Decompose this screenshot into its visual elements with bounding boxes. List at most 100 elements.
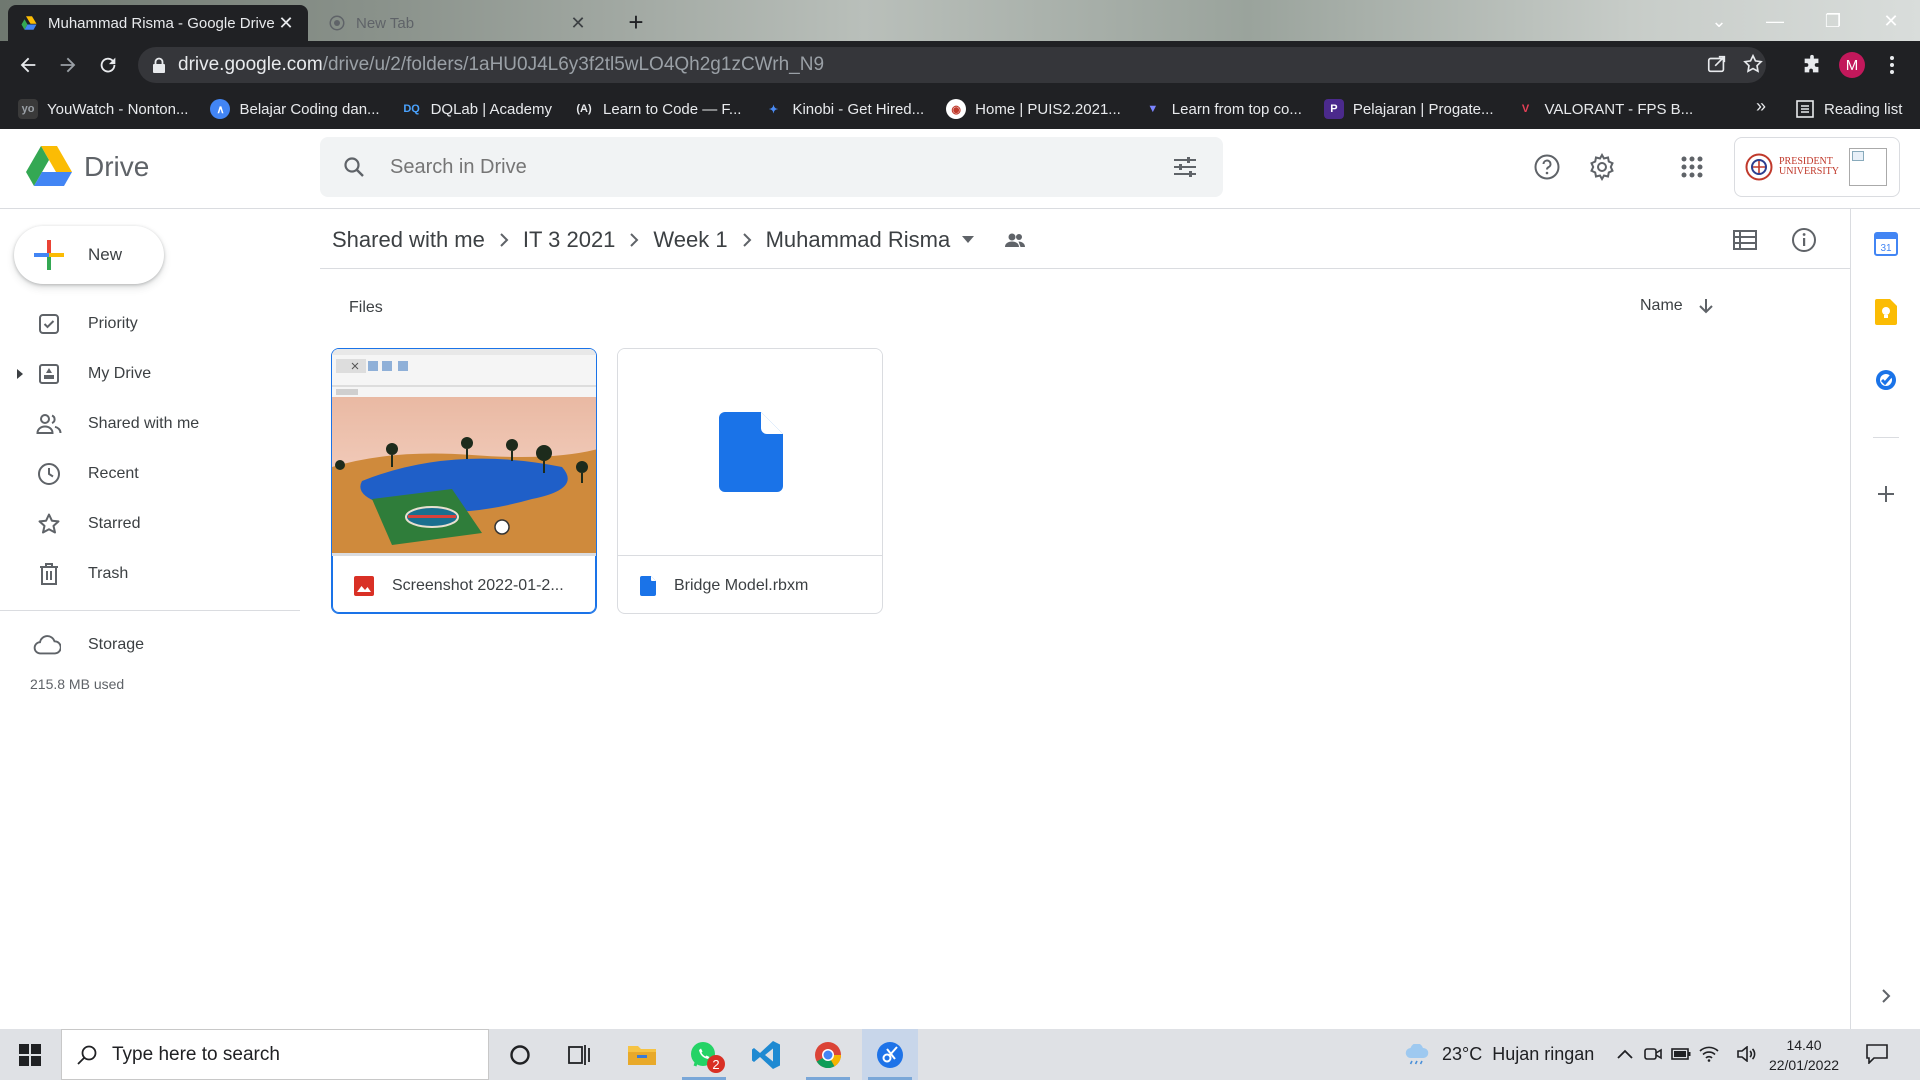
weather-widget[interactable]: 23°C Hujan ringan	[1404, 1029, 1594, 1080]
chrome-icon[interactable]	[800, 1029, 856, 1080]
breadcrumb-item-week1[interactable]: Week 1	[653, 227, 727, 253]
vscode-icon[interactable]	[738, 1029, 794, 1080]
chevron-right-icon	[728, 228, 766, 252]
taskbar-search[interactable]: Type here to search	[61, 1029, 489, 1080]
bookmark-belajar-coding[interactable]: ∧ Belajar Coding dan...	[210, 99, 380, 119]
add-addon-plus-icon[interactable]	[1873, 481, 1899, 507]
task-view-icon[interactable]	[552, 1029, 608, 1080]
notifications-icon[interactable]	[1866, 1043, 1888, 1065]
bookmark-progate[interactable]: P Pelajaran | Progate...	[1323, 99, 1494, 119]
close-window-button[interactable]: ✕	[1868, 6, 1914, 36]
chevron-right-icon	[485, 228, 523, 252]
sidebar-item-storage[interactable]: Storage	[0, 622, 300, 668]
more-bookmarks-button[interactable]: »	[1756, 96, 1766, 117]
account-avatar-image	[1849, 148, 1887, 186]
arrow-down-icon[interactable]	[1697, 297, 1715, 315]
tab-search-chevron-icon[interactable]: ⌄	[1696, 6, 1742, 36]
file-name: Bridge Model.rbxm	[674, 576, 809, 594]
back-icon[interactable]	[14, 51, 42, 79]
tasks-icon[interactable]	[1873, 367, 1899, 393]
apps-grid-icon[interactable]	[1674, 149, 1710, 185]
breadcrumb-item-shared[interactable]: Shared with me	[332, 227, 485, 253]
volume-icon[interactable]	[1736, 1043, 1758, 1065]
extensions-icon[interactable]	[1798, 51, 1826, 79]
tab-title: New Tab	[356, 14, 415, 32]
keep-icon[interactable]	[1873, 299, 1899, 325]
generic-file-large-icon	[719, 412, 783, 492]
browser-toolbar: drive.google.com/drive/u/2/folders/1aHU0…	[0, 41, 1920, 89]
breadcrumb-item-it3[interactable]: IT 3 2021	[523, 227, 616, 253]
search-box[interactable]	[320, 137, 1223, 197]
sidebar-item-starred[interactable]: Starred	[0, 501, 300, 547]
wifi-icon[interactable]	[1698, 1043, 1720, 1065]
reload-icon[interactable]	[94, 51, 122, 79]
cortana-icon[interactable]	[492, 1029, 548, 1080]
sort-by-name-button[interactable]: Name	[1640, 297, 1715, 315]
collapse-panel-chevron-icon[interactable]	[1873, 983, 1899, 1009]
side-panel-divider	[1873, 437, 1899, 438]
sort-label: Name	[1640, 297, 1683, 314]
sidebar-item-shared-with-me[interactable]: Shared with me	[0, 401, 300, 447]
address-bar[interactable]: drive.google.com/drive/u/2/folders/1aHU0…	[138, 47, 1766, 83]
kinobi-icon: ✦	[768, 103, 779, 116]
reading-list-label: Reading list	[1824, 100, 1903, 118]
bookmark-youwatch[interactable]: yo YouWatch - Nonton...	[18, 99, 188, 119]
bookmark-valorant[interactable]: V VALORANT - FPS B...	[1516, 99, 1694, 119]
search-input[interactable]	[390, 155, 1150, 179]
sidebar-item-recent[interactable]: Recent	[0, 451, 300, 497]
url-text: drive.google.com/drive/u/2/folders/1aHU0…	[178, 54, 824, 76]
battery-icon[interactable]	[1670, 1043, 1692, 1065]
help-icon[interactable]	[1529, 149, 1565, 185]
snip-tool-icon[interactable]	[862, 1029, 918, 1080]
file-card-screenshot[interactable]: Screenshot 2022-01-2...	[331, 348, 597, 614]
close-tab-icon[interactable]: ✕	[276, 13, 296, 33]
new-button[interactable]: New	[14, 226, 164, 284]
sidebar-item-priority[interactable]: Priority	[0, 301, 300, 347]
bookmark-learn-top[interactable]: ▼ Learn from top co...	[1143, 99, 1302, 119]
search-icon[interactable]	[342, 155, 372, 179]
file-name: Screenshot 2022-01-2...	[392, 576, 564, 594]
chevron-up-icon[interactable]	[1614, 1043, 1636, 1065]
bookmark-freecodecamp[interactable]: (A) Learn to Code — F...	[574, 99, 741, 119]
reading-list-button[interactable]: Reading list	[1796, 89, 1902, 129]
file-card-bridge-model[interactable]: Bridge Model.rbxm	[617, 348, 883, 614]
system-clock[interactable]: 14.40 22/01/2022	[1762, 1035, 1846, 1075]
calendar-icon[interactable]: 31	[1873, 231, 1899, 257]
forward-icon[interactable]	[54, 51, 82, 79]
tab-google-drive[interactable]: Muhammad Risma - Google Drive ✕	[8, 5, 308, 41]
info-icon[interactable]	[1788, 224, 1820, 256]
bookmark-puis[interactable]: ◉ Home | PUIS2.2021...	[946, 99, 1121, 119]
minimize-button[interactable]: —	[1752, 6, 1798, 36]
progate-icon: P	[1323, 99, 1344, 119]
share-page-icon[interactable]	[1706, 53, 1728, 75]
meet-now-icon[interactable]	[1642, 1043, 1664, 1065]
maximize-button[interactable]: ❐	[1810, 6, 1856, 36]
google-drive-logo-icon	[26, 146, 72, 186]
browser-menu-icon[interactable]	[1878, 51, 1906, 79]
sidebar-item-trash[interactable]: Trash	[0, 551, 300, 597]
bookmark-kinobi[interactable]: ✦ Kinobi - Get Hired...	[763, 99, 924, 119]
windows-start-icon[interactable]	[2, 1029, 58, 1080]
breadcrumb-item-current-folder[interactable]: Muhammad Risma	[766, 227, 951, 253]
search-icon	[77, 1045, 97, 1065]
profile-avatar[interactable]: M	[1838, 51, 1866, 79]
drive-logo[interactable]: Drive	[26, 146, 149, 188]
new-tab-button[interactable]: +	[622, 9, 650, 37]
sidebar-item-label: Recent	[88, 465, 139, 482]
file-explorer-icon[interactable]	[614, 1029, 670, 1080]
settings-gear-icon[interactable]	[1584, 149, 1620, 185]
sidebar-item-my-drive[interactable]: My Drive	[0, 351, 300, 397]
search-options-icon[interactable]	[1172, 155, 1198, 179]
folder-dropdown-icon[interactable]	[962, 236, 975, 244]
bookmark-label: VALORANT - FPS B...	[1544, 100, 1694, 118]
list-view-icon[interactable]	[1729, 224, 1761, 256]
belajar-coding-icon: ∧	[210, 99, 231, 119]
bookmark-star-icon[interactable]	[1742, 53, 1764, 75]
whatsapp-icon[interactable]: 2	[676, 1029, 732, 1080]
tab-new-tab[interactable]: New Tab ✕	[316, 5, 600, 41]
account-switcher[interactable]: PRESIDENT UNIVERSITY	[1734, 137, 1900, 197]
file-footer: Screenshot 2022-01-2...	[332, 555, 596, 613]
bookmark-dqlab[interactable]: DQ DQLab | Academy	[402, 99, 552, 119]
reading-list-icon	[1796, 100, 1814, 118]
close-tab-icon[interactable]: ✕	[568, 13, 588, 33]
